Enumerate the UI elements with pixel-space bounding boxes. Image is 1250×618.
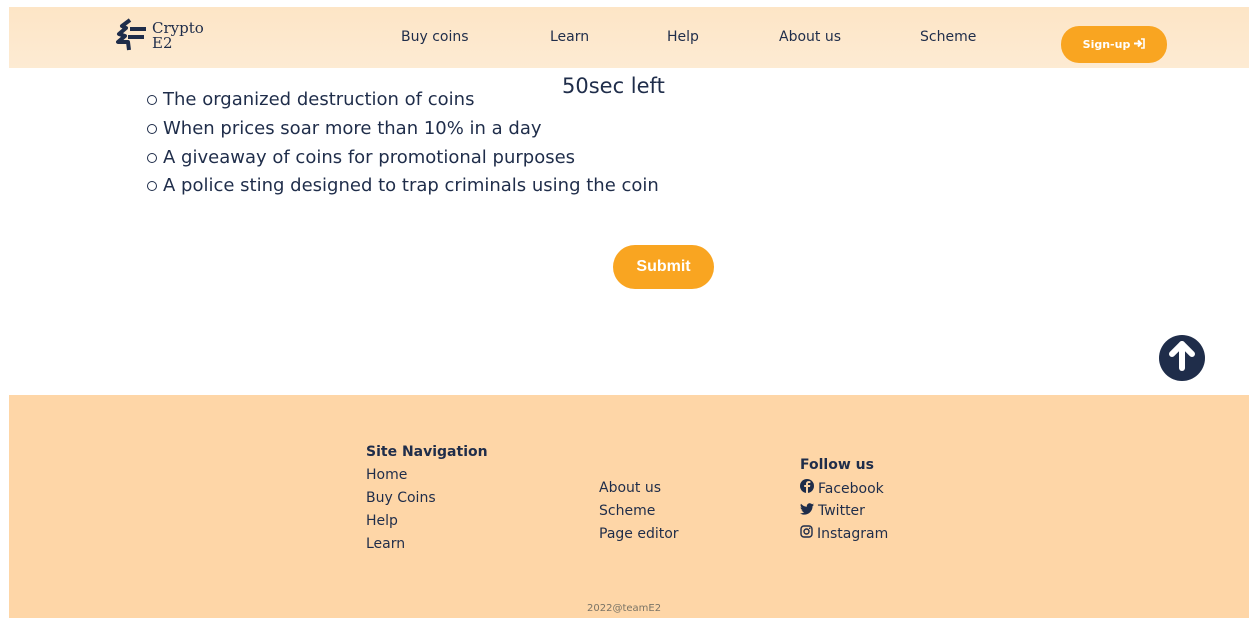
quiz-timer: 50sec left: [562, 74, 665, 98]
nav-buy-coins[interactable]: Buy coins: [401, 28, 469, 46]
submit-button[interactable]: Submit: [613, 245, 714, 289]
nav-help[interactable]: Help: [667, 28, 699, 46]
option-label: The organized destruction of coins: [163, 89, 475, 110]
option-label: A giveaway of coins for promotional purp…: [163, 147, 576, 168]
sign-in-icon: [1133, 37, 1146, 52]
quiz-option-1[interactable]: The organized destruction of coins: [147, 89, 474, 111]
quiz-option-2[interactable]: When prices soar more than 10% in a day: [147, 118, 542, 140]
copyright-text: 2022@teamE2: [587, 603, 662, 614]
option-label: A police sting designed to trap criminal…: [163, 175, 659, 196]
footer-link-help[interactable]: Help: [366, 512, 398, 530]
facebook-icon: [800, 479, 814, 498]
site-footer: Site Navigation Home Buy Coins Help Lear…: [9, 395, 1249, 618]
footer-link-buy-coins[interactable]: Buy Coins: [366, 489, 436, 507]
scroll-to-top-button[interactable]: [1159, 335, 1205, 381]
footer-link-twitter[interactable]: Twitter: [800, 502, 865, 520]
signup-label: Sign-up: [1082, 38, 1131, 51]
signup-button[interactable]: Sign-up: [1061, 26, 1167, 63]
nav-scheme[interactable]: Scheme: [920, 28, 976, 46]
footer-link-facebook[interactable]: Facebook: [800, 479, 884, 498]
footer-link-learn[interactable]: Learn: [366, 535, 405, 553]
twitter-label: Twitter: [818, 503, 865, 519]
brand-name: Crypto E2: [152, 21, 204, 51]
footer-link-instagram[interactable]: Instagram: [800, 525, 888, 543]
instagram-label: Instagram: [817, 526, 889, 542]
footer-link-about-us[interactable]: About us: [599, 479, 661, 497]
radio-button[interactable]: [147, 95, 157, 105]
nav-about-us[interactable]: About us: [779, 28, 841, 46]
brand-line-2: E2: [152, 34, 173, 52]
radio-button[interactable]: [147, 153, 157, 163]
instagram-icon: [800, 525, 813, 543]
radio-button[interactable]: [147, 124, 157, 134]
logo-icon: [116, 18, 148, 52]
twitter-icon: [800, 502, 814, 520]
arrow-up-icon: [1168, 341, 1196, 375]
quiz-option-3[interactable]: A giveaway of coins for promotional purp…: [147, 147, 575, 169]
footer-link-home[interactable]: Home: [366, 466, 407, 484]
radio-button[interactable]: [147, 181, 157, 191]
site-header: Crypto E2 Buy coins Learn Help About us …: [9, 7, 1249, 68]
nav-learn[interactable]: Learn: [550, 28, 589, 46]
follow-us-heading: Follow us: [800, 457, 874, 473]
footer-link-page-editor[interactable]: Page editor: [599, 525, 679, 543]
quiz-option-4[interactable]: A police sting designed to trap criminal…: [147, 175, 659, 197]
brand-logo[interactable]: Crypto E2: [116, 18, 204, 56]
footer-link-scheme[interactable]: Scheme: [599, 502, 655, 520]
facebook-label: Facebook: [818, 480, 884, 497]
site-navigation-heading: Site Navigation: [366, 444, 488, 460]
option-label: When prices soar more than 10% in a day: [163, 118, 542, 139]
